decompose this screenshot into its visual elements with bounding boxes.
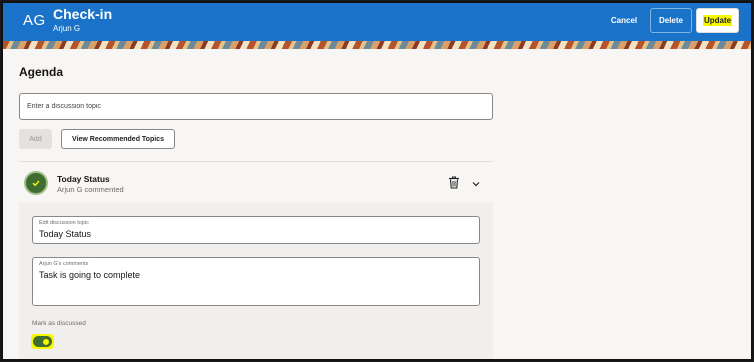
edit-topic-value: Today Status [39,229,92,239]
edit-topic-label: Edit discussion topic [39,220,89,226]
page-title: Check-in [53,6,113,22]
agenda-heading: Agenda [19,65,64,79]
agenda-item-subtitle: Arjun G commented [57,185,124,194]
agenda-item-title: Today Status [57,174,110,184]
delete-button[interactable]: Delete [650,8,692,33]
toggle-knob [42,337,50,346]
app-window: AG Check-in Arjun G Cancel Delete Update… [1,1,753,361]
discussion-topic-input[interactable] [19,93,493,120]
page-subtitle: Arjun G [53,24,81,33]
mark-discussed-label: Mark as discussed [32,320,86,327]
decorative-banner [3,41,751,49]
update-button[interactable]: Update [696,8,739,33]
edit-topic-field[interactable]: Edit discussion topic Today Status [32,216,480,244]
comments-label: Arjun G's comments [39,261,89,267]
divider [19,161,493,162]
avatar-initials: AG [23,12,46,29]
chevron-down-icon[interactable] [471,180,481,188]
checkmark-icon [24,171,48,195]
page-header: AG Check-in Arjun G Cancel Delete Update [3,3,751,41]
trash-icon[interactable] [448,176,460,189]
comments-field[interactable]: Arjun G's comments Task is going to comp… [32,257,480,306]
comments-value: Task is going to complete [39,270,141,280]
cancel-button[interactable]: Cancel [608,8,640,33]
agenda-item-details: Edit discussion topic Today Status Arjun… [19,203,493,359]
view-recommended-topics-button[interactable]: View Recommended Topics [61,129,175,149]
mark-discussed-toggle[interactable] [33,336,52,347]
update-button-label: Update [702,15,733,26]
add-button[interactable]: Add [19,129,52,149]
